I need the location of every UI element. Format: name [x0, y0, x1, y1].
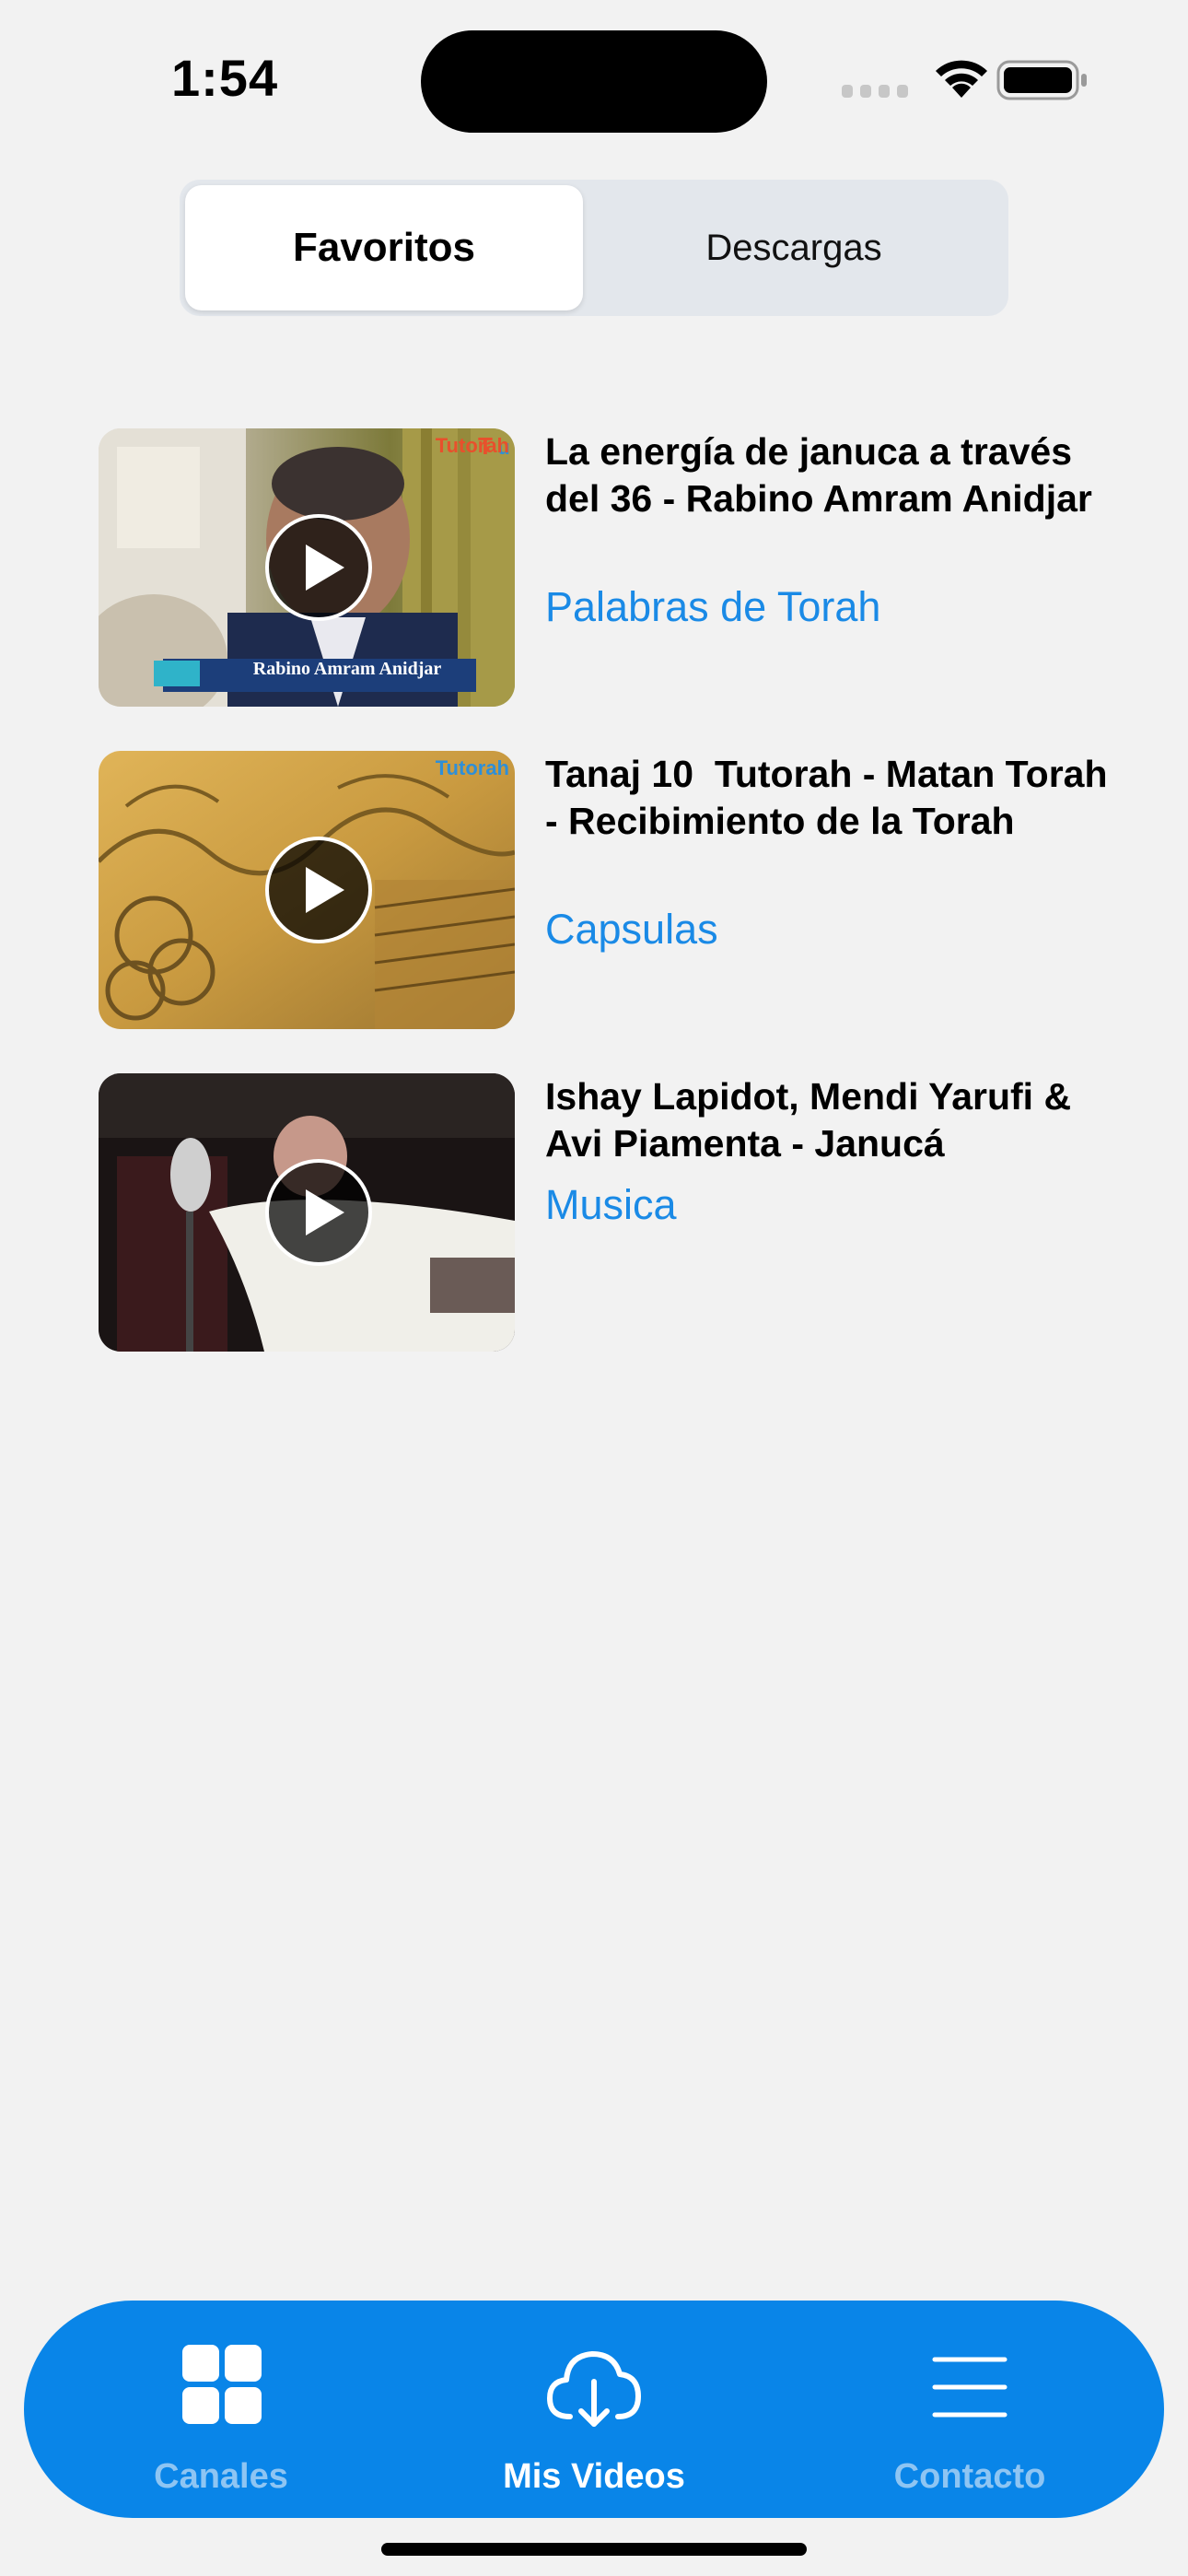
video-channel-link[interactable]: Palabras de Torah — [545, 583, 880, 631]
home-indicator[interactable] — [381, 2543, 807, 2556]
play-icon[interactable] — [264, 1158, 373, 1267]
thumbnail-logo: Tutorah — [435, 756, 509, 779]
video-item[interactable]: Ishay Lapidot, Mendi Yarufi & Avi Piamen… — [99, 1073, 1112, 1352]
video-channel-link[interactable]: Musica — [545, 1181, 677, 1229]
thumbnail-lower-third: Rabino Amram Anidjar — [252, 659, 442, 679]
video-title: Ishay Lapidot, Mendi Yarufi & Avi Piamen… — [545, 1075, 1080, 1165]
tab-bar: Canales Mis Videos Contacto — [24, 2301, 1164, 2518]
video-channel-link[interactable]: Capsulas — [545, 906, 718, 954]
cloud-download-icon — [547, 2351, 641, 2427]
video-title: La energía de januca a través del 36 - R… — [545, 430, 1092, 520]
tab-label: Mis Videos — [503, 2457, 685, 2496]
grid-icon — [182, 2345, 262, 2424]
status-time: 1:54 — [171, 49, 279, 107]
segment-favoritos[interactable]: Favoritos — [185, 185, 583, 310]
cellular-signal-icon — [842, 85, 908, 98]
video-thumbnail[interactable] — [99, 1073, 515, 1352]
video-item[interactable]: Tutorah Tanaj 10 Tutorah - Matan Torah -… — [99, 751, 1112, 1029]
video-title: Tanaj 10 Tutorah - Matan Torah - Recibim… — [545, 753, 1118, 842]
segment-descargas[interactable]: Descargas — [585, 185, 1003, 310]
tab-mis-videos[interactable]: Mis Videos — [442, 2301, 746, 2518]
tab-canales[interactable]: Canales — [69, 2301, 373, 2518]
tab-label: Contacto — [893, 2457, 1046, 2496]
menu-icon — [932, 2357, 1007, 2418]
play-icon[interactable] — [264, 836, 373, 944]
video-thumbnail[interactable]: T u Rabino Amram Anidjar Tutorah — [99, 428, 515, 707]
segmented-control: Favoritos Descargas — [180, 180, 1008, 316]
video-thumbnail[interactable]: Tutorah — [99, 751, 515, 1029]
video-item[interactable]: T u Rabino Amram Anidjar Tutorah La ener… — [99, 428, 1112, 707]
tab-label: Canales — [154, 2457, 288, 2496]
battery-icon — [996, 60, 1087, 100]
tab-contacto[interactable]: Contacto — [818, 2301, 1122, 2518]
wifi-icon — [936, 60, 987, 98]
thumbnail-logo: Tutorah — [435, 434, 509, 457]
dynamic-island — [421, 30, 767, 133]
play-icon[interactable] — [264, 513, 373, 622]
status-icons — [840, 57, 1089, 103]
